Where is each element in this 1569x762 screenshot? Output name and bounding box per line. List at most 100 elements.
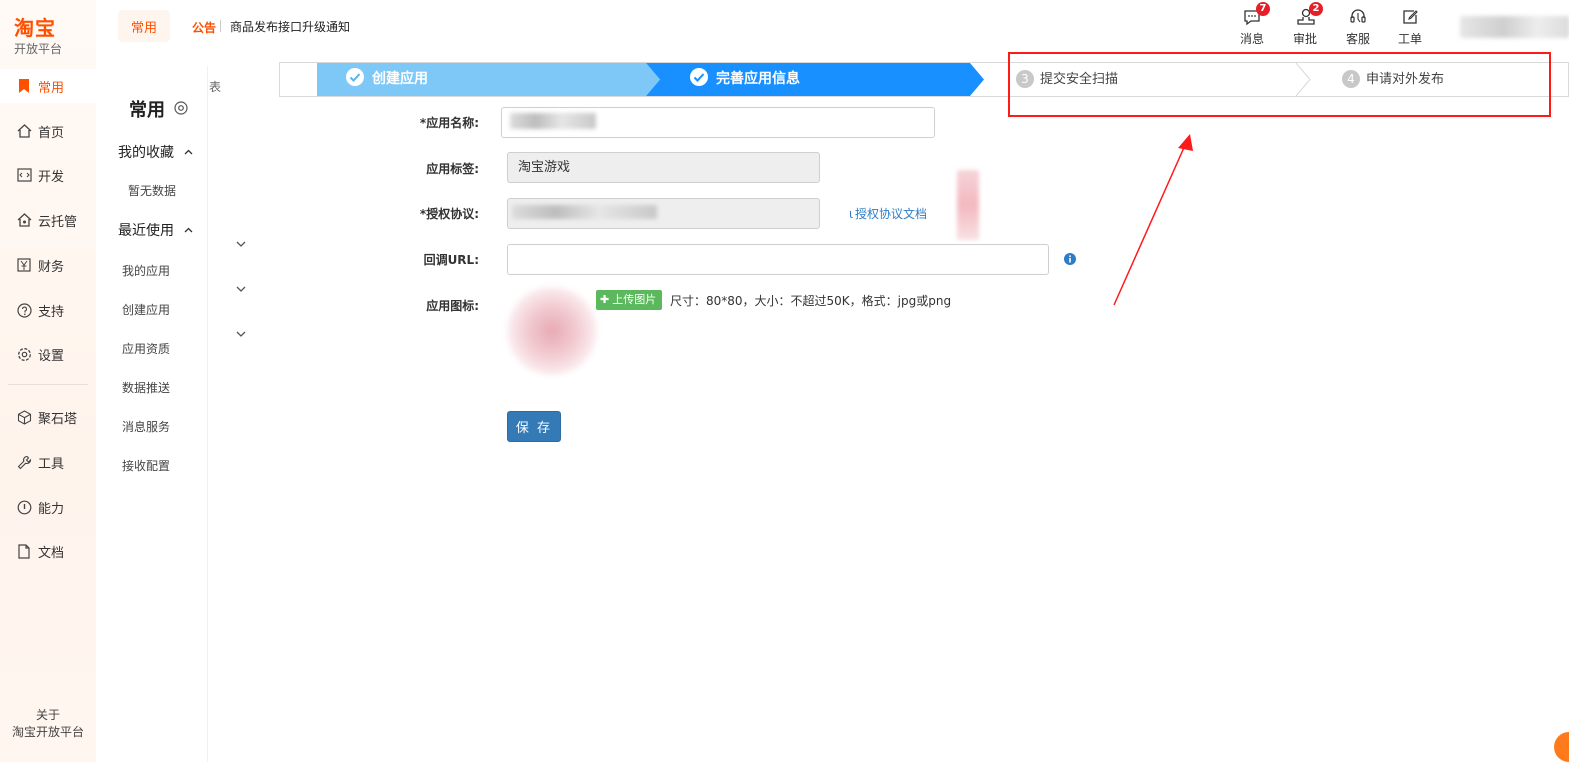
recent-item[interactable]: 接收配置 — [96, 457, 208, 474]
nav-item-finance[interactable]: 财务 — [0, 248, 96, 282]
recent-label: 最近使用 — [118, 223, 174, 239]
nav-label: 开发 — [38, 169, 65, 185]
app-name-label: *应用名称: — [419, 116, 479, 130]
nav-item-cloud[interactable]: 云托管 — [0, 203, 96, 237]
nav-item-home[interactable]: 首页 — [0, 114, 96, 148]
annotation-arrow — [1113, 134, 1193, 306]
chevron-down-icon[interactable] — [236, 277, 246, 292]
upload-label: 上传图片 — [612, 293, 657, 306]
home-icon — [16, 123, 32, 139]
floating-help-button[interactable] — [1554, 732, 1569, 762]
app-icon-label: 应用图标: — [426, 299, 479, 313]
nav-label: 设置 — [38, 348, 65, 364]
nav-item-docs[interactable]: 文档 — [0, 534, 96, 568]
step-2: 完善应用信息 — [690, 63, 800, 96]
nav-label: 工具 — [38, 456, 65, 472]
chevron-up-icon — [184, 143, 193, 159]
nav-label: 能力 — [38, 501, 65, 517]
cube-icon — [16, 409, 32, 425]
nav-item-settings[interactable]: 设置 — [0, 337, 96, 371]
recent-item[interactable]: 消息服务 — [96, 418, 208, 435]
nav-label: 常用 — [38, 80, 65, 96]
license-link-text: 授权协议文档 — [855, 207, 928, 221]
nav-label: 文档 — [38, 545, 65, 561]
header-approval[interactable]: 2 审批 — [1285, 2, 1325, 48]
chevron-down-icon[interactable] — [236, 322, 246, 337]
recent-group[interactable]: 最近使用 — [118, 220, 193, 240]
favorites-group[interactable]: 我的收藏 — [118, 142, 193, 162]
nav-item-capability[interactable]: 能力 — [0, 490, 96, 524]
plus-icon: ✚ — [600, 293, 610, 306]
upload-image-button[interactable]: ✚ 上传图片 — [596, 290, 663, 310]
nav-item-support[interactable]: 支持 — [0, 293, 96, 327]
check-icon — [690, 68, 708, 86]
annotation-highlight-box — [1008, 52, 1551, 117]
info-icon[interactable] — [1064, 250, 1076, 265]
app-icon-preview-blurred — [507, 287, 597, 375]
about-line1: 关于 — [35, 708, 60, 722]
recent-item[interactable]: 应用资质 — [96, 340, 208, 357]
notice-separator — [220, 20, 221, 32]
logo-subtitle: 开放平台 — [14, 42, 63, 56]
headset-icon — [1349, 8, 1367, 26]
header-ticket[interactable]: 工单 — [1390, 8, 1430, 48]
app-name-value-blurred — [510, 113, 596, 129]
top-header: 常用 公告 商品发布接口升级通知 7 消息 2 审批 客服 工单 — [96, 0, 1569, 58]
taobao-logo[interactable]: 淘宝 — [14, 12, 56, 41]
question-icon — [16, 302, 32, 318]
recent-item[interactable]: 创建应用 — [96, 301, 208, 318]
user-account-blurred[interactable] — [1460, 16, 1569, 38]
sub-nav: 常用 我的收藏 暂无数据 最近使用 我的应用 创建应用 应用资质 数据推送 消息… — [96, 66, 208, 762]
nav-item-tools[interactable]: 工具 — [0, 445, 96, 479]
power-icon — [16, 499, 32, 515]
header-tab-common[interactable]: 常用 — [118, 10, 170, 42]
notice-link[interactable]: 商品发布接口升级通知 — [230, 18, 350, 35]
license-doc-link[interactable]: ι 授权协议文档 — [849, 205, 927, 222]
nav-item-jushita[interactable]: 聚石塔 — [0, 400, 96, 434]
left-nav: 淘宝 开放平台 常用 首页 开发 云托管 财务 支持 设置 聚石塔 工具 能力 … — [0, 0, 96, 762]
messages-badge: 7 — [1256, 2, 1270, 16]
callback-url-input[interactable] — [507, 244, 1049, 275]
nav-label: 云托管 — [38, 214, 78, 230]
favorites-label: 我的收藏 — [118, 145, 174, 161]
save-button[interactable]: 保 存 — [507, 411, 561, 442]
settings-circle-icon[interactable] — [174, 100, 188, 115]
header-messages[interactable]: 7 消息 — [1232, 2, 1272, 48]
gear-icon — [16, 346, 32, 362]
ticket-label: 工单 — [1397, 32, 1422, 46]
subnav-title: 常用 — [129, 100, 165, 121]
about-link[interactable]: 关于 淘宝开放平台 — [0, 707, 96, 741]
app-tag-input[interactable]: 淘宝游戏 — [507, 152, 820, 183]
service-label: 客服 — [1345, 32, 1370, 46]
step-label: 完善应用信息 — [716, 71, 800, 87]
bookmark-icon — [16, 78, 32, 94]
recent-item[interactable]: 我的应用 — [96, 262, 208, 279]
chevron-down-icon[interactable] — [236, 232, 246, 247]
ticket-icon — [1401, 8, 1419, 26]
step-1: 创建应用 — [346, 63, 428, 96]
nav-label: 聚石塔 — [38, 411, 78, 427]
callback-label: 回调URL: — [423, 253, 479, 267]
check-icon — [346, 68, 364, 86]
nav-label: 首页 — [38, 125, 65, 141]
yuan-icon — [16, 257, 32, 273]
collapsed-column-text: 表 — [209, 80, 222, 94]
upload-hint: 尺寸：80*80，大小：不超过50K，格式：jpg或png — [670, 294, 952, 308]
license-label: *授权协议: — [419, 207, 479, 221]
nav-divider — [8, 384, 88, 385]
messages-label: 消息 — [1239, 32, 1264, 46]
code-icon — [16, 167, 32, 183]
document-icon — [16, 543, 32, 559]
favorites-empty: 暂无数据 — [127, 184, 176, 198]
cloud-icon — [16, 212, 32, 228]
header-service[interactable]: 客服 — [1338, 8, 1378, 48]
nav-label: 支持 — [38, 304, 65, 320]
nav-item-develop[interactable]: 开发 — [0, 158, 96, 192]
app-tag-label: 应用标签: — [426, 162, 479, 176]
nav-item-common[interactable]: 常用 — [0, 69, 96, 103]
notice-label: 公告 — [192, 21, 217, 35]
wrench-icon — [16, 454, 32, 470]
recent-item[interactable]: 数据推送 — [96, 379, 208, 396]
about-line2: 淘宝开放平台 — [11, 725, 84, 739]
approval-label: 审批 — [1292, 32, 1317, 46]
